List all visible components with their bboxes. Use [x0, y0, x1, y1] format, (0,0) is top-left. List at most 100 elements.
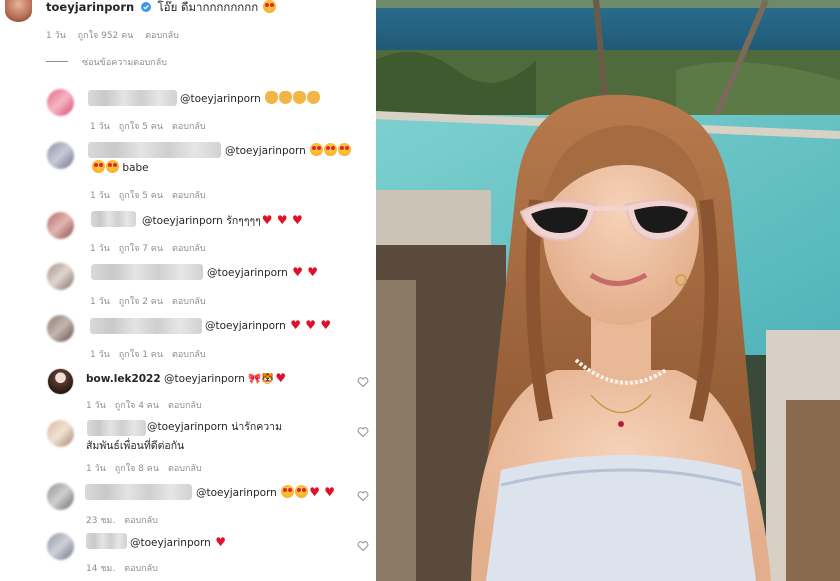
- reply-button[interactable]: ตอบกลับ: [168, 464, 202, 474]
- comment-text: @toeyjarinporn รักๆๆๆๆ♥ ♥ ♥: [142, 213, 303, 227]
- red-heart-emoji-icon: ♥: [324, 485, 336, 499]
- post-author-avatar[interactable]: [5, 0, 32, 22]
- comment-meta: 1 วัน ถูกใจ 4 คน ตอบกลับ: [86, 401, 202, 411]
- verified-badge-icon: [140, 2, 151, 12]
- heart-eyes-emoji-icon: [324, 143, 338, 156]
- comment-text: @toeyjarinporn น่ารักความสัมพันธ์เพื่อนท…: [86, 421, 282, 452]
- post-likes[interactable]: ถูกใจ 952 คน: [78, 31, 134, 41]
- post-caption-text: โอ๊ย ดีมากกกกกกกก: [157, 0, 259, 14]
- photo-illustration: [376, 0, 840, 581]
- red-heart-emoji-icon: ♥: [276, 213, 288, 227]
- red-heart-emoji-icon: ♥: [261, 213, 273, 227]
- comment-avatar: [47, 142, 74, 169]
- red-heart-emoji-icon: ♥: [307, 265, 319, 279]
- comments-panel: toeyjarinporn โอ๊ย ดีมากกกกกกกก 1 วัน ถู…: [0, 0, 376, 581]
- comment-mention[interactable]: @toeyjarinporn: [196, 487, 277, 499]
- redacted-username: [91, 211, 136, 227]
- heart-outline-icon[interactable]: [357, 376, 369, 388]
- comment-text: @toeyjarinporn: [225, 143, 352, 157]
- red-heart-emoji-icon: ♥: [309, 485, 320, 499]
- clapping-hands-emoji-icon: [265, 91, 279, 104]
- comment-meta: 1 วัน ถูกใจ 5 คน ตอบกลับ: [90, 122, 206, 132]
- redacted-username: [85, 484, 192, 500]
- clapping-hands-emoji-icon: [307, 91, 321, 104]
- post-reply-button[interactable]: ตอบกลับ: [145, 31, 179, 41]
- comment-text: @toeyjarinporn ♥ ♥: [196, 485, 335, 499]
- comment-mention[interactable]: @toeyjarinporn: [180, 93, 261, 105]
- comment-mention[interactable]: @toeyjarinporn: [142, 215, 223, 227]
- comment-text: bow.lek2022 @toeyjarinporn 🎀🐯♥: [86, 371, 286, 385]
- comment-avatar[interactable]: [47, 368, 74, 395]
- red-heart-emoji-icon: ♥: [275, 371, 287, 385]
- comment-mention[interactable]: @toeyjarinporn: [130, 537, 211, 549]
- pool-step: [376, 190, 491, 250]
- reply-button[interactable]: ตอบกลับ: [172, 191, 206, 201]
- comment-mention[interactable]: @toeyjarinporn: [225, 145, 306, 157]
- comment-avatar: [47, 420, 74, 447]
- comment-text: @toeyjarinporn ♥ ♥: [207, 265, 318, 279]
- heart-eyes-emoji-icon: [310, 143, 324, 156]
- divider-line: [46, 61, 68, 62]
- redacted-username: [90, 318, 202, 334]
- reply-button[interactable]: ตอบกลับ: [172, 350, 206, 360]
- heart-outline-icon[interactable]: [357, 490, 369, 502]
- comment-mention[interactable]: @toeyjarinporn: [207, 267, 288, 279]
- comment-meta: 1 วัน ถูกใจ 8 คน ตอบกลับ: [86, 464, 202, 474]
- redacted-username: [91, 264, 203, 280]
- clapping-hands-emoji-icon: [293, 91, 307, 104]
- red-heart-emoji-icon: ♥: [290, 318, 301, 332]
- post-age: 1 วัน: [46, 31, 66, 41]
- comment-avatar: [47, 263, 74, 290]
- post-photo[interactable]: [376, 0, 840, 581]
- post-meta: 1 วัน ถูกใจ 952 คน ตอบกลับ: [46, 28, 188, 42]
- red-heart-emoji-icon: ♥: [292, 265, 303, 279]
- redacted-username: [88, 142, 221, 158]
- comment-avatar: [47, 89, 74, 116]
- reply-button[interactable]: ตอบกลับ: [172, 244, 206, 254]
- tiger-emoji-icon: 🐯: [261, 373, 275, 385]
- post-caption-row: toeyjarinporn โอ๊ย ดีมากกกกกกกก: [46, 0, 276, 17]
- comment-avatar: [47, 212, 74, 239]
- red-heart-emoji-icon: ♥: [215, 535, 226, 549]
- comment-text-line2: babe: [91, 160, 149, 174]
- heart-eyes-emoji-icon: [92, 160, 105, 173]
- redacted-username: [86, 533, 127, 549]
- red-heart-emoji-icon: ♥: [291, 213, 303, 227]
- bow-emoji-icon: 🎀: [248, 373, 262, 385]
- comment-meta: 14 ชม. ตอบกลับ: [86, 564, 158, 574]
- comment-avatar: [47, 315, 74, 342]
- comment-meta: 1 วัน ถูกใจ 1 คน ตอบกลับ: [90, 350, 206, 360]
- hide-replies-button[interactable]: ซ่อนข้อความตอบกลับ: [82, 55, 167, 69]
- reply-button[interactable]: ตอบกลับ: [168, 401, 202, 411]
- reply-button[interactable]: ตอบกลับ: [172, 297, 206, 307]
- heart-eyes-emoji-icon: [295, 485, 309, 498]
- red-heart-emoji-icon: ♥: [305, 318, 317, 332]
- comment-mention[interactable]: @toeyjarinporn: [205, 320, 286, 332]
- comment-meta: 1 วัน ถูกใจ 2 คน ตอบกลับ: [90, 297, 206, 307]
- reply-button[interactable]: ตอบกลับ: [124, 564, 158, 574]
- comment-avatar: [47, 483, 74, 510]
- heart-outline-icon[interactable]: [357, 540, 369, 552]
- post-author-username[interactable]: toeyjarinporn: [46, 0, 134, 14]
- reply-button[interactable]: ตอบกลับ: [172, 122, 206, 132]
- comment-text: @toeyjarinporn ♥: [130, 535, 226, 549]
- top: [486, 455, 756, 581]
- comment-mention[interactable]: @toeyjarinporn: [147, 421, 228, 433]
- red-heart-emoji-icon: ♥: [320, 318, 332, 332]
- heart-outline-icon[interactable]: [357, 426, 369, 438]
- heart-eyes-emoji-icon: [338, 143, 352, 156]
- comment-username[interactable]: bow.lek2022: [86, 373, 161, 385]
- comment-meta: 1 วัน ถูกใจ 7 คน ตอบกลับ: [90, 244, 206, 254]
- comment-text: @toeyjarinporn: [180, 91, 321, 105]
- comment-meta: 23 ชม. ตอบกลับ: [86, 516, 158, 526]
- comment-meta: 1 วัน ถูกใจ 5 คน ตอบกลับ: [90, 191, 206, 201]
- redacted-username: [88, 90, 177, 106]
- comment-mention[interactable]: @toeyjarinporn: [164, 373, 245, 385]
- comment-avatar: [47, 533, 74, 560]
- reply-button[interactable]: ตอบกลับ: [124, 516, 158, 526]
- heart-eyes-emoji-icon: [106, 160, 119, 173]
- clapping-hands-emoji-icon: [279, 91, 293, 104]
- heart-eyes-emoji-icon: [281, 485, 295, 498]
- comment-text: @toeyjarinporn ♥ ♥ ♥: [205, 318, 331, 332]
- heart-eyes-emoji-icon: [262, 0, 276, 13]
